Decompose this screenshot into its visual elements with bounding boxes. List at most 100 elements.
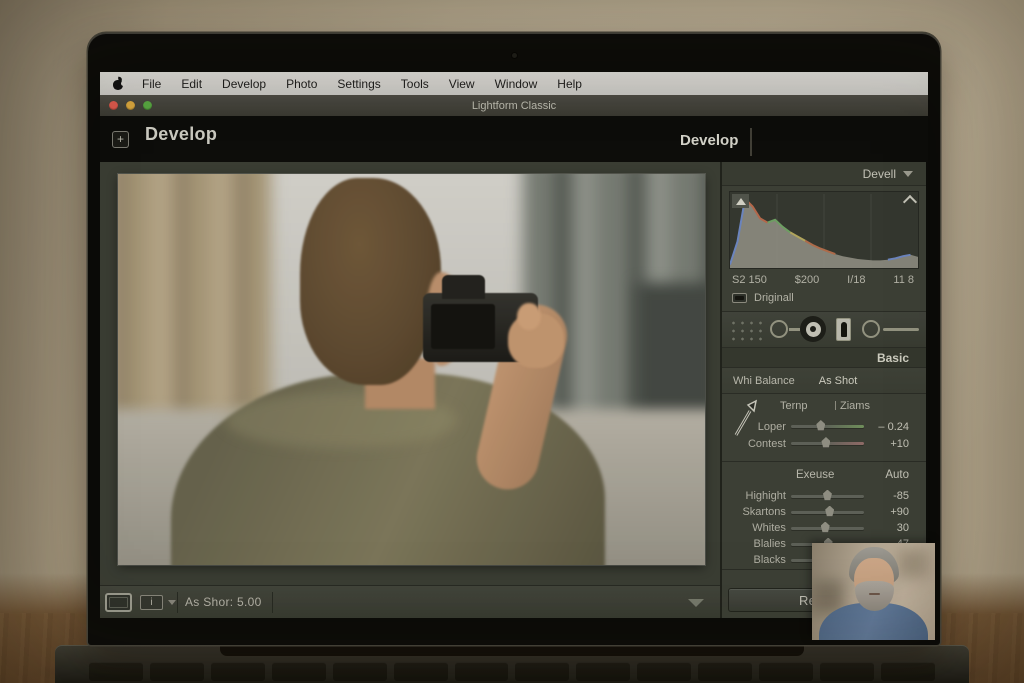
slider-label: Loper [722,421,786,433]
laptop-key [89,662,143,681]
slider-row-highight: Highight-85 [722,488,926,504]
wb-sliders: Loper– 0.24Contest+10 [722,418,926,452]
webcam-background-frame [898,549,930,578]
original-photo-icon [732,293,747,303]
apple-menu-icon[interactable] [112,77,124,90]
close-window-button[interactable] [109,101,118,110]
slider-value[interactable]: +10 [864,438,909,450]
exif-readout: S2 150 $200 I/18 11 8 [722,269,926,288]
laptop-key [211,662,265,681]
laptop-keyboard-deck [55,645,969,683]
exif-value: 11 8 [893,274,914,286]
info-dropdown-caret-icon[interactable] [168,600,176,605]
grid-view-icon[interactable] [105,593,132,612]
menu-item-edit[interactable]: Edit [171,77,212,91]
panel-group-header[interactable]: Devell [722,162,926,186]
slider-knob[interactable] [821,522,830,533]
info-overlay-button[interactable]: i [140,595,163,610]
basic-panel-header[interactable]: Basic [722,348,926,368]
brush-tool-line [883,328,919,331]
red-eye-tool-icon[interactable] [836,318,851,341]
tint-tick [835,401,836,410]
menu-items: FileEditDevelopPhotoSettingsToolsViewWin… [132,77,592,91]
slider-label: Whites [722,522,786,534]
slider-knob[interactable] [823,490,832,501]
menu-item-settings[interactable]: Settings [327,77,390,91]
exposure-section-label: Exeuse [796,469,834,481]
laptop-key [576,662,630,681]
laptop-key [394,662,448,681]
menu-item-help[interactable]: Help [547,77,592,91]
toolbar-divider-2 [272,592,273,613]
slider-track[interactable] [791,511,865,514]
auto-tone-button[interactable]: Auto [885,469,909,481]
zoom-window-button[interactable] [143,101,152,110]
slider-value[interactable]: 30 [864,522,909,534]
slider-knob[interactable] [816,420,825,431]
tool-grid-icon[interactable] [729,319,765,342]
slider-row-skartons: Skartons +90 [722,504,926,520]
builtin-camera-dot [512,53,517,58]
white-balance-dropdown[interactable]: As Shot [819,375,858,387]
slider-label: Blalies [722,538,786,550]
slider-value[interactable]: – 0.24 [864,421,909,433]
toolbar-collapse-arrow-icon[interactable] [688,599,704,607]
menu-item-develop[interactable]: Develop [212,77,276,91]
slider-track[interactable] [791,442,865,445]
exif-value: I/18 [847,274,865,286]
toolbar-divider [177,592,178,613]
menu-item-window[interactable]: Window [485,77,548,91]
slider-knob[interactable] [821,437,830,448]
white-balance-section: Ternp Ziams Loper– 0.24Contest+10 [722,394,926,462]
slider-track[interactable] [791,527,865,530]
tint-label: Ziams [840,400,870,412]
window-title: Lightform Classic [472,100,556,112]
crop-tool-icon[interactable] [770,320,788,338]
window-controls [109,101,152,110]
add-button[interactable]: + [112,131,129,148]
slider-track[interactable] [791,425,865,428]
slider-track[interactable] [791,495,865,498]
slider-label: Skartons [722,506,786,518]
menu-item-file[interactable]: File [132,77,171,91]
menu-item-tools[interactable]: Tools [391,77,439,91]
webcam-background-shelf [812,580,842,613]
spot-removal-tool-icon[interactable] [800,316,826,342]
slider-value[interactable]: -85 [864,490,909,502]
laptop-key [272,662,326,681]
menu-bar: FileEditDevelopPhotoSettingsToolsViewWin… [100,72,928,95]
white-balance-row: Whi Balance As Shot [722,368,926,394]
photo-canvas[interactable] [118,174,705,565]
radial-filter-tool-icon[interactable] [862,320,880,338]
shadow-clipping-indicator[interactable] [732,194,749,208]
workspace: i As Shor: 5.00 [100,162,722,618]
exif-value: S2 150 [732,274,767,286]
original-toggle-row[interactable]: Driginall [722,288,926,312]
header-divider [750,128,752,156]
laptop-key [759,662,813,681]
temp-label: Ternp [780,400,808,412]
app-header: + Develop Develop [100,116,928,162]
exif-value: $200 [795,274,819,286]
laptop-key [333,662,387,681]
panel-group-label: Devell [863,167,896,181]
tool-strip [722,312,926,348]
slider-value[interactable]: +90 [864,506,909,518]
window-title-bar: Lightform Classic [100,95,928,116]
menu-item-view[interactable]: View [439,77,485,91]
laptop-key [515,662,569,681]
laptop-key [820,662,874,681]
white-balance-label: Whi Balance [733,375,795,387]
histogram[interactable] [729,191,919,269]
module-title: Develop [145,124,217,145]
minimize-window-button[interactable] [126,101,135,110]
menu-item-photo[interactable]: Photo [276,77,327,91]
webcam-video-overlay [812,543,935,640]
slider-knob[interactable] [825,506,834,517]
display-ui: FileEditDevelopPhotoSettingsToolsViewWin… [100,72,928,618]
chevron-down-icon[interactable] [903,171,913,177]
module-picker-develop[interactable]: Develop [680,132,738,149]
laptop-key [455,662,509,681]
laptop-key [881,662,935,681]
toolbar-status-text: As Shor: 5.00 [185,595,262,609]
